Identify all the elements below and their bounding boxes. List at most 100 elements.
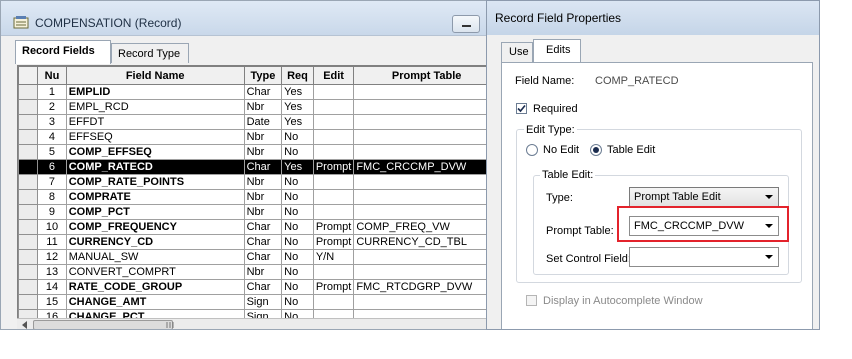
table-row[interactable]: 3 EFFDT Date Yes	[18, 114, 499, 130]
column-header-edit[interactable]: Edit	[312, 66, 355, 85]
cell-req: No	[281, 294, 314, 310]
checkmark-icon	[517, 104, 526, 113]
cell-number: 1	[37, 84, 67, 100]
column-header-type[interactable]: Type	[243, 66, 283, 85]
cell-prompt-table	[353, 249, 499, 265]
cell-type: Nbr	[243, 174, 283, 190]
cell-type: Nbr	[243, 189, 283, 205]
cell-type: Date	[243, 114, 283, 130]
table-row[interactable]: 5 COMP_EFFSEQ Nbr No	[18, 144, 499, 160]
table-row[interactable]: 2 EMPL_RCD Nbr Yes	[18, 99, 499, 115]
fields-table: Nu Field Name Type Req Edit Prompt Table…	[18, 66, 499, 325]
type-dropdown-value: Prompt Table Edit	[634, 191, 721, 203]
table-row[interactable]: 4 EFFSEQ Nbr No	[18, 129, 499, 145]
cell-field-name: EFFDT	[65, 114, 245, 130]
cell-field-name: CHANGE_AMT	[65, 294, 245, 310]
tab-use[interactable]: Use	[501, 42, 533, 62]
cell-number: 5	[37, 144, 67, 160]
row-selector[interactable]	[18, 204, 39, 220]
column-header-field-name[interactable]: Field Name	[65, 66, 245, 85]
cell-edit	[312, 294, 355, 310]
cell-req: No	[281, 234, 314, 250]
table-row[interactable]: 9 COMP_PCT Nbr No	[18, 204, 499, 220]
cell-field-name: COMP_RATECD	[65, 159, 245, 175]
row-selector[interactable]	[18, 219, 39, 235]
cell-edit	[312, 264, 355, 280]
cell-type: Nbr	[243, 264, 283, 280]
table-row[interactable]: 6 COMP_RATECD Char Yes Prompt FMC_CRCCMP_DVW	[18, 159, 499, 175]
table-row[interactable]: 11 CURRENCY_CD Char No Prompt CURRENCY_CD_TBL	[18, 234, 499, 250]
autocomplete-checkbox[interactable]	[526, 295, 537, 306]
horizontal-scrollbar[interactable]	[17, 318, 499, 330]
row-selector[interactable]	[18, 84, 39, 100]
row-selector[interactable]	[18, 279, 39, 295]
set-control-field-dropdown[interactable]	[629, 247, 779, 267]
cell-prompt-table	[353, 264, 499, 280]
record-field-properties-dialog: Record Field Properties Use Edits Field …	[486, 0, 820, 330]
tab-record-type[interactable]: Record Type	[111, 43, 189, 63]
set-control-field-label: Set Control Field:	[546, 253, 631, 265]
scrollbar-thumb[interactable]	[33, 320, 173, 329]
cell-req: No	[281, 219, 314, 235]
row-selector[interactable]	[18, 234, 39, 250]
cell-req: No	[281, 129, 314, 145]
no-edit-radio[interactable]	[526, 144, 538, 156]
table-edit-radio[interactable]	[590, 144, 602, 156]
table-row[interactable]: 10 COMP_FREQUENCY Char No Prompt COMP_FREQ_VW	[18, 219, 499, 235]
cell-edit	[312, 204, 355, 220]
cell-req: No	[281, 279, 314, 295]
record-window-titlebar[interactable]: COMPENSATION (Record)	[1, 1, 499, 36]
table-row[interactable]: 12 MANUAL_SW Char No Y/N	[18, 249, 499, 265]
prompt-table-label: Prompt Table:	[546, 225, 614, 237]
table-row[interactable]: 13 CONVERT_COMPRT Nbr No	[18, 264, 499, 280]
cell-req: No	[281, 144, 314, 160]
row-selector[interactable]	[18, 144, 39, 160]
cell-edit: Y/N	[312, 249, 355, 265]
cell-type: Char	[243, 159, 283, 175]
cell-prompt-table	[353, 294, 499, 310]
row-selector[interactable]	[18, 249, 39, 265]
scroll-left-arrow-icon[interactable]	[19, 320, 31, 330]
table-row[interactable]: 1 EMPLID Char Yes	[18, 84, 499, 100]
row-selector[interactable]	[18, 129, 39, 145]
column-header-prompt-table[interactable]: Prompt Table	[353, 66, 499, 85]
cell-req: No	[281, 204, 314, 220]
tab-edits[interactable]: Edits	[533, 39, 581, 63]
cell-field-name: COMP_PCT	[65, 204, 245, 220]
cell-number: 10	[37, 219, 67, 235]
record-window: COMPENSATION (Record) Record Fields Reco…	[0, 0, 500, 330]
dialog-title: Record Field Properties	[495, 11, 622, 25]
cell-prompt-table	[353, 174, 499, 190]
edit-type-label: Edit Type:	[524, 124, 577, 136]
row-selector[interactable]	[18, 114, 39, 130]
cell-req: Yes	[281, 159, 314, 175]
field-name-label: Field Name:	[515, 75, 575, 87]
cell-number: 9	[37, 204, 67, 220]
cell-number: 13	[37, 264, 67, 280]
required-checkbox[interactable]	[516, 103, 527, 114]
column-header-number[interactable]: Nu	[37, 66, 67, 85]
cell-edit: Prompt	[312, 159, 355, 175]
table-row[interactable]: 14 RATE_CODE_GROUP Char No Prompt FMC_RTCDGRP…	[18, 279, 499, 295]
column-header-req[interactable]: Req	[281, 66, 314, 85]
row-selector[interactable]	[18, 159, 39, 175]
tab-record-fields[interactable]: Record Fields	[15, 40, 111, 64]
table-row[interactable]: 7 COMP_RATE_POINTS Nbr No	[18, 174, 499, 190]
required-label: Required	[533, 103, 578, 115]
selector-header[interactable]	[18, 66, 39, 85]
table-row[interactable]: 15 CHANGE_AMT Sign No	[18, 294, 499, 310]
row-selector[interactable]	[18, 189, 39, 205]
row-selector[interactable]	[18, 264, 39, 280]
table-row[interactable]: 8 COMPRATE Nbr No	[18, 189, 499, 205]
type-dropdown[interactable]: Prompt Table Edit	[629, 187, 779, 207]
cell-number: 2	[37, 99, 67, 115]
row-selector[interactable]	[18, 294, 39, 310]
header-row: Nu Field Name Type Req Edit Prompt Table	[18, 66, 499, 85]
cell-type: Char	[243, 219, 283, 235]
minimize-button[interactable]	[452, 15, 480, 33]
prompt-table-annotation-box	[617, 206, 789, 242]
dialog-titlebar[interactable]: Record Field Properties	[487, 1, 819, 35]
row-selector[interactable]	[18, 174, 39, 190]
chevron-down-icon	[765, 255, 773, 259]
row-selector[interactable]	[18, 99, 39, 115]
